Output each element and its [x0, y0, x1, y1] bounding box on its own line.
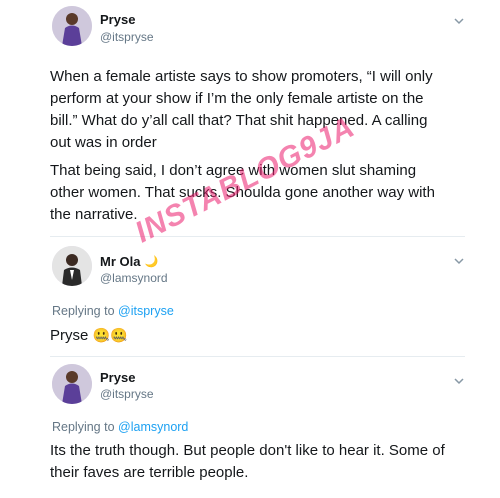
replying-to: Replying to @itspryse: [52, 304, 174, 318]
author-handle[interactable]: @itspryse: [100, 30, 154, 44]
divider: [50, 356, 465, 357]
author-handle[interactable]: @lamsynord: [100, 271, 168, 285]
chevron-down-icon[interactable]: [452, 254, 466, 268]
author-name[interactable]: Mr Ola 🌙: [100, 254, 158, 269]
tweet-3: Pryse @itspryse Replying to @lamsynord I…: [0, 358, 500, 498]
zipper-mouth-face-icon: 🤐🤐: [92, 327, 128, 343]
replying-to: Replying to @lamsynord: [52, 420, 188, 434]
replying-to-label: Replying to: [52, 420, 115, 434]
mention-link[interactable]: @itspryse: [118, 304, 174, 318]
author-name-text: Pryse: [100, 370, 136, 385]
mention-link[interactable]: @lamsynord: [118, 420, 188, 434]
author-name[interactable]: Pryse: [100, 12, 135, 27]
replying-to-label: Replying to: [52, 304, 115, 318]
tweet-text: Its the truth though. But people don't l…: [50, 442, 445, 481]
avatar[interactable]: [52, 246, 92, 286]
author-name[interactable]: Pryse: [100, 370, 135, 385]
chevron-down-icon[interactable]: [452, 374, 466, 388]
author-name-text: Mr Ola: [100, 254, 141, 269]
tweet-text-paragraph-2: That being said, I don’t agree with wome…: [50, 162, 435, 223]
tweet-text-paragraph-1: When a female artiste says to show promo…: [50, 68, 433, 151]
moon-icon: 🌙: [144, 256, 159, 268]
divider: [50, 236, 465, 237]
avatar[interactable]: [52, 364, 92, 404]
chevron-down-icon[interactable]: [452, 14, 466, 28]
tweet-text-content: Pryse: [50, 327, 89, 344]
tweet-2: Mr Ola 🌙 @lamsynord Replying to @itsprys…: [0, 238, 500, 358]
avatar[interactable]: [52, 6, 92, 46]
tweet-1: Pryse @itspryse When a female artiste sa…: [0, 0, 500, 230]
author-name-text: Pryse: [100, 12, 136, 27]
tweet-text: Pryse 🤐🤐: [50, 324, 450, 347]
author-handle[interactable]: @itspryse: [100, 387, 154, 401]
